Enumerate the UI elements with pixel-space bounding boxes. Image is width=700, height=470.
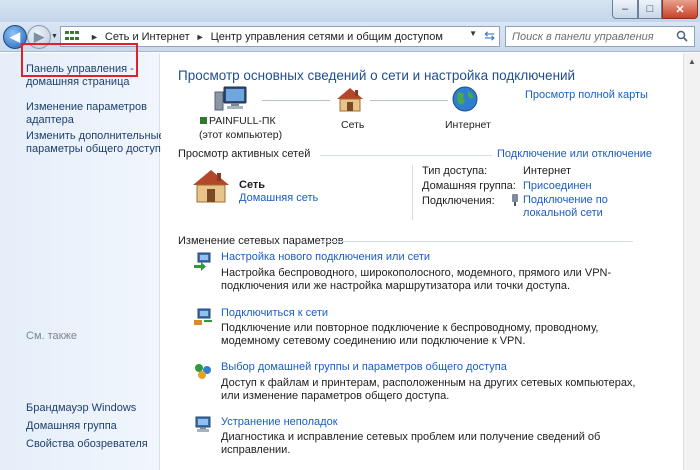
map-connector-line xyxy=(370,100,448,101)
breadcrumb-separator-icon: ► xyxy=(90,31,99,42)
map-internet[interactable] xyxy=(450,86,480,112)
control-panel-icon xyxy=(65,30,79,43)
computer-subtitle: (этот компьютер) xyxy=(199,129,283,141)
refresh-icon[interactable]: ⇆ xyxy=(484,28,495,44)
local-connection-link[interactable]: Подключение по локальной сети xyxy=(523,194,608,220)
connect-network-icon xyxy=(194,308,212,325)
homegroup-sharing-link[interactable]: Выбор домашней группы и параметров общег… xyxy=(221,361,507,373)
map-connector-line xyxy=(262,100,330,101)
local-connection-text: локальной сети xyxy=(523,207,603,219)
network-label: Сеть xyxy=(341,119,365,131)
sidebar-link-label: Изменить дополнительные xyxy=(26,130,165,142)
sidebar-link-sharing-settings[interactable]: Изменить дополнительные параметры общего… xyxy=(26,130,167,156)
divider xyxy=(320,155,492,156)
view-full-map-link[interactable]: Просмотр полной карты xyxy=(525,89,648,101)
recent-pages-dropdown[interactable]: ▼ xyxy=(51,33,59,43)
maximize-icon: □ xyxy=(646,3,654,15)
house-icon xyxy=(337,88,363,112)
connect-to-network-desc: Подключение или повторное подключение к … xyxy=(221,322,599,347)
breadcrumb-network-internet[interactable]: Сеть и Интернет xyxy=(105,31,190,43)
minimize-button[interactable]: – xyxy=(612,0,638,19)
sidebar-link-adapter-settings[interactable]: Изменение параметров адаптера xyxy=(26,101,147,127)
sidebar-link-firewall[interactable]: Брандмауэр Windows xyxy=(26,402,136,415)
vertical-scrollbar[interactable]: ▲ xyxy=(683,53,700,470)
sidebar-link-label: Изменение параметров xyxy=(26,101,147,113)
ethernet-icon xyxy=(512,194,518,206)
homegroup-label: Домашняя группа: xyxy=(422,180,516,192)
homegroup-sharing-desc: Доступ к файлам и принтерам, расположенн… xyxy=(221,377,636,402)
scroll-up-icon[interactable]: ▲ xyxy=(684,53,700,70)
troubleshoot-desc: Диагностика и исправление сетевых пробле… xyxy=(221,431,601,456)
troubleshoot-icon xyxy=(195,416,211,432)
network-status-icon xyxy=(200,117,207,124)
map-computer[interactable] xyxy=(198,86,264,112)
computer-icon xyxy=(214,86,247,111)
connect-to-network-link[interactable]: Подключиться к сети xyxy=(221,307,328,319)
setup-new-connection-desc: Настройка беспроводного, широкополосного… xyxy=(221,267,612,292)
sidebar-link-homegroup[interactable]: Домашняя группа xyxy=(26,420,117,433)
highlight-box xyxy=(21,43,138,77)
close-button[interactable]: ✕ xyxy=(662,0,698,19)
connect-disconnect-link[interactable]: Подключение или отключение xyxy=(497,148,652,160)
homegroup-link[interactable]: Присоединен xyxy=(523,180,592,192)
setup-new-connection-link[interactable]: Настройка нового подключения или сети xyxy=(221,251,430,263)
search-input[interactable] xyxy=(512,30,672,43)
active-networks-heading: Просмотр активных сетей xyxy=(178,148,311,160)
sidebar-link-internet-options[interactable]: Свойства обозревателя xyxy=(26,438,148,451)
sidebar-link-label: параметры общего доступа xyxy=(26,143,167,155)
close-icon: ✕ xyxy=(675,3,685,16)
access-type-label: Тип доступа: xyxy=(422,165,488,177)
page-title: Просмотр основных сведений о сети и наст… xyxy=(178,68,576,83)
breadcrumb-separator-icon: ► xyxy=(195,31,205,42)
minimize-icon: – xyxy=(621,3,629,15)
new-connection-icon xyxy=(194,252,211,271)
search-box[interactable] xyxy=(505,26,695,47)
search-icon[interactable] xyxy=(676,30,688,42)
homegroup-icon xyxy=(195,364,211,379)
sidebar-link-label: адаптера xyxy=(26,114,74,126)
maximize-button[interactable]: □ xyxy=(638,0,662,19)
divider xyxy=(322,241,633,242)
active-network-name: Сеть xyxy=(239,179,266,191)
sidebar-link-label: домашняя страница xyxy=(26,76,130,88)
see-also-heading: См. также xyxy=(26,330,77,342)
internet-label: Интернет xyxy=(445,119,491,131)
address-dropdown-icon[interactable]: ▼ xyxy=(469,29,477,38)
vertical-divider xyxy=(412,165,413,220)
local-connection-text: Подключение по xyxy=(523,194,608,206)
breadcrumb-network-center[interactable]: Центр управления сетями и общим доступом xyxy=(211,31,443,43)
back-arrow-icon: ◀ xyxy=(10,29,20,44)
house-icon xyxy=(193,170,229,203)
computer-name: PAINFULL-ПК xyxy=(200,115,276,127)
network-type-link[interactable]: Домашняя сеть xyxy=(239,192,318,204)
title-bar xyxy=(0,0,700,22)
access-type-value: Интернет xyxy=(523,165,571,177)
change-settings-heading: Изменение сетевых параметров xyxy=(178,235,344,247)
computer-name-text: PAINFULL-ПК xyxy=(209,115,276,127)
map-network[interactable] xyxy=(333,86,367,112)
troubleshoot-link[interactable]: Устранение неполадок xyxy=(221,416,338,428)
connections-label: Подключения: xyxy=(422,195,495,207)
globe-icon xyxy=(452,86,478,112)
